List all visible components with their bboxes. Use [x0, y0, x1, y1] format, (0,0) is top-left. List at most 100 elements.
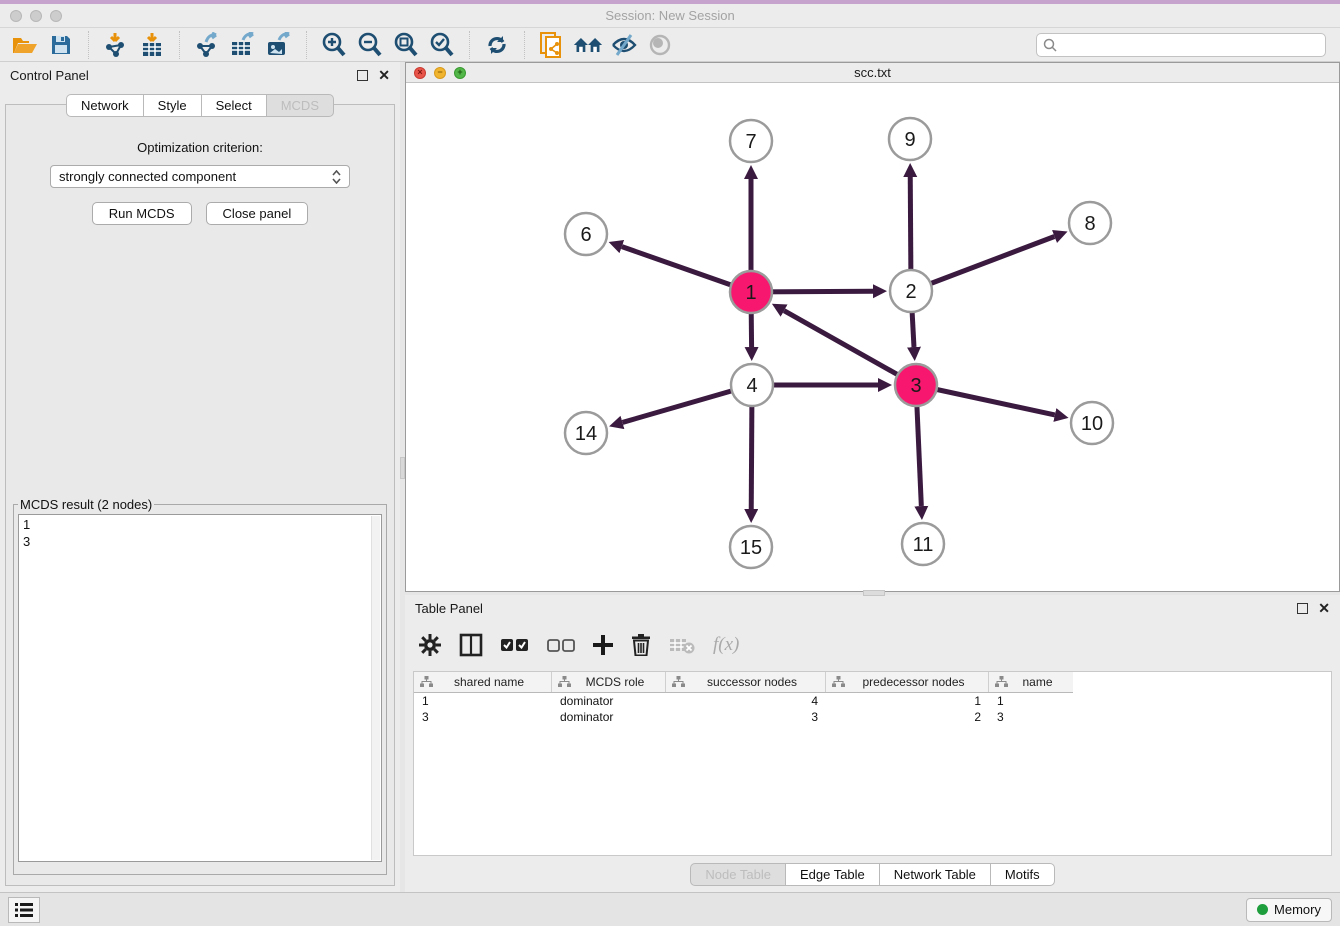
column-header[interactable]: predecessor nodes	[826, 672, 989, 692]
tab-style[interactable]: Style	[143, 94, 201, 117]
tab-motifs[interactable]: Motifs	[990, 863, 1055, 886]
tab-select[interactable]: Select	[201, 94, 266, 117]
open-file-button[interactable]	[10, 31, 40, 59]
tab-network[interactable]: Network	[66, 94, 143, 117]
table-row[interactable]: 3dominator323	[414, 709, 1073, 725]
clone-network-button[interactable]	[537, 31, 567, 59]
column-header[interactable]: shared name	[414, 672, 552, 692]
import-network-button[interactable]	[101, 31, 131, 59]
vertical-splitter[interactable]	[400, 62, 405, 892]
graph-node-1[interactable]: 1	[730, 271, 772, 313]
result-scrollbar[interactable]	[371, 516, 380, 860]
svg-text:4: 4	[746, 375, 757, 397]
open-folder-icon	[12, 34, 38, 56]
function-builder-button[interactable]: f(x)	[713, 630, 739, 660]
control-panel-tabs: Network Style Select MCDS	[0, 94, 400, 117]
table-panel: Table Panel ✕	[405, 595, 1340, 892]
refresh-layout-button[interactable]	[482, 31, 512, 59]
export-table-button[interactable]	[228, 31, 258, 59]
panel-spacer	[6, 225, 394, 497]
graph-edge-2-8[interactable]	[911, 236, 1054, 291]
stepper-arrows-icon	[332, 170, 341, 184]
import-table-button[interactable]	[137, 31, 167, 59]
network-view-frame: × − + scc.txt 7968124314101511	[405, 62, 1340, 592]
mcds-result-title: MCDS result (2 nodes)	[18, 497, 154, 512]
run-mcds-button[interactable]: Run MCDS	[92, 202, 192, 225]
export-image-button[interactable]	[264, 31, 294, 59]
table-cell[interactable]: 3	[666, 709, 826, 725]
horizontal-splitter[interactable]	[405, 592, 1340, 595]
deselect-all-button[interactable]	[547, 630, 575, 660]
graph-node-8[interactable]: 8	[1069, 202, 1111, 244]
tab-mcds[interactable]: MCDS	[266, 94, 334, 117]
column-header[interactable]: name	[989, 672, 1073, 692]
splitter-grip[interactable]	[400, 457, 405, 479]
add-column-button[interactable]	[593, 630, 613, 660]
table-cell[interactable]: 1	[989, 693, 1073, 709]
zoom-selected-button[interactable]	[427, 31, 457, 59]
graph-node-2[interactable]: 2	[890, 270, 932, 312]
columns-icon	[459, 633, 483, 657]
close-panel-icon[interactable]: ✕	[1318, 603, 1330, 614]
home-button[interactable]	[573, 31, 603, 59]
graph-node-9[interactable]: 9	[889, 118, 931, 160]
graph-edge-3-1[interactable]	[784, 311, 916, 385]
table-cell[interactable]: 3	[989, 709, 1073, 725]
graph-node-14[interactable]: 14	[565, 412, 607, 454]
close-panel-button[interactable]: Close panel	[206, 202, 309, 225]
table-cell[interactable]: 3	[414, 709, 552, 725]
search-icon	[1043, 38, 1057, 52]
memory-button[interactable]: Memory	[1246, 898, 1332, 922]
network-frame-title: scc.txt	[406, 65, 1339, 80]
table-cell[interactable]: 2	[826, 709, 989, 725]
float-panel-icon[interactable]	[357, 70, 368, 81]
graph-node-10[interactable]: 10	[1071, 402, 1113, 444]
table-cell[interactable]: 1	[414, 693, 552, 709]
table-cell[interactable]: 1	[826, 693, 989, 709]
toolbar-separator	[306, 31, 307, 59]
delete-table-button[interactable]	[669, 630, 695, 660]
column-header[interactable]: MCDS role	[552, 672, 666, 692]
mcds-buttons: Run MCDS Close panel	[6, 202, 394, 225]
memory-label: Memory	[1274, 902, 1321, 917]
close-panel-icon[interactable]: ✕	[378, 70, 390, 81]
splitter-grip[interactable]	[863, 590, 885, 596]
graph-node-11[interactable]: 11	[902, 523, 944, 565]
task-history-button[interactable]	[8, 897, 40, 923]
save-session-button[interactable]	[46, 31, 76, 59]
graph-node-15[interactable]: 15	[730, 526, 772, 568]
table-cell[interactable]: dominator	[552, 693, 666, 709]
table-settings-button[interactable]	[419, 630, 441, 660]
table-cell[interactable]: 4	[666, 693, 826, 709]
save-floppy-icon	[50, 34, 72, 56]
zoom-in-button[interactable]	[319, 31, 349, 59]
select-all-button[interactable]	[501, 630, 529, 660]
zoom-out-button[interactable]	[355, 31, 385, 59]
export-network-button[interactable]	[192, 31, 222, 59]
graph-node-4[interactable]: 4	[731, 364, 773, 406]
tab-edge-table[interactable]: Edge Table	[785, 863, 879, 886]
table-panel-title: Table Panel	[415, 601, 1297, 616]
trash-icon	[631, 634, 651, 656]
delete-column-button[interactable]	[631, 630, 651, 660]
tab-network-table[interactable]: Network Table	[879, 863, 990, 886]
svg-text:8: 8	[1084, 213, 1095, 235]
graph-node-7[interactable]: 7	[730, 120, 772, 162]
float-panel-icon[interactable]	[1297, 603, 1308, 614]
import-network-icon	[103, 32, 129, 58]
node-table[interactable]: shared nameMCDS rolesuccessor nodesprede…	[413, 671, 1332, 856]
show-all-button[interactable]	[645, 31, 675, 59]
mcds-result-text[interactable]: 1 3	[18, 514, 382, 862]
table-cell[interactable]: dominator	[552, 709, 666, 725]
graph-node-3[interactable]: 3	[895, 364, 937, 406]
zoom-fit-button[interactable]	[391, 31, 421, 59]
graph-node-6[interactable]: 6	[565, 213, 607, 255]
hide-selected-button[interactable]	[609, 31, 639, 59]
column-header[interactable]: successor nodes	[666, 672, 826, 692]
tab-node-table[interactable]: Node Table	[690, 863, 785, 886]
table-row[interactable]: 1dominator411	[414, 693, 1073, 709]
show-column-button[interactable]	[459, 630, 483, 660]
network-canvas[interactable]: 7 9 6 8 1 2 4 3 14 10 15 11	[406, 83, 1339, 591]
optimization-criterion-select[interactable]: strongly connected component	[50, 165, 350, 188]
search-input[interactable]	[1062, 38, 1319, 52]
